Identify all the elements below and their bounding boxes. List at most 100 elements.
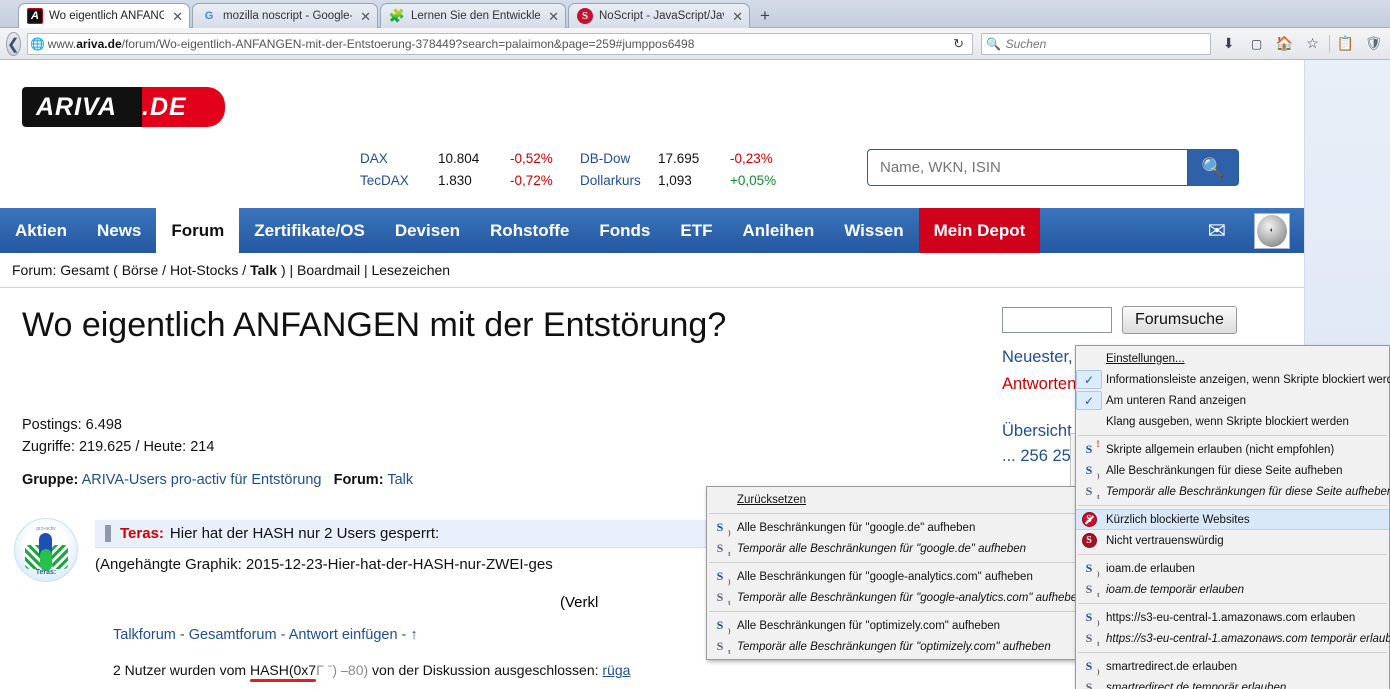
menu-item-show-infobar[interactable]: ✓ Informationsleiste anzeigen, wenn Skri…: [1076, 369, 1390, 390]
search-icon: 🔍: [986, 36, 1002, 51]
menu-item-label: ioam.de temporär erlauben: [1106, 583, 1245, 596]
noscript-submenu: Zurücksetzen S) Alle Beschränkungen für …: [706, 486, 1084, 660]
quote-change: -0,72%: [510, 172, 553, 188]
back-button[interactable]: ❮: [6, 31, 21, 56]
menu-item-recently-blocked[interactable]: S Kürzlich blockierte Websites: [1076, 509, 1389, 530]
ariva-logo[interactable]: ARIVA .DE: [22, 87, 225, 127]
nav-item-fonds[interactable]: Fonds: [584, 208, 665, 253]
forum-search-button[interactable]: Forumsuche: [1122, 306, 1237, 334]
post-author[interactable]: Teras:: [120, 525, 164, 542]
home-icon[interactable]: 🏠: [1271, 31, 1299, 57]
menu-item-temp-allow-amazonaws[interactable]: St https://s3-eu-central-1.amazonaws.com…: [1076, 628, 1390, 649]
menu-item-allow-google-analytics[interactable]: S) Alle Beschränkungen für "google-analy…: [707, 566, 1079, 587]
menu-item-temp-google-de[interactable]: St Temporär alle Beschränkungen für "goo…: [707, 538, 1079, 559]
close-icon[interactable]: ✕: [360, 10, 371, 23]
nav-user-avatar[interactable]: ◐: [1240, 208, 1304, 253]
shield-icon[interactable]: 🛡: [1360, 31, 1388, 57]
site-search-button[interactable]: 🔍: [1187, 149, 1239, 186]
menu-item-show-bottom[interactable]: ✓ Am unteren Rand anzeigen: [1076, 390, 1389, 411]
url-bar[interactable]: 🌐 www.ariva.de/forum/Wo-eigentlich-ANFAN…: [26, 32, 973, 55]
avatar[interactable]: pro-activ Teras:: [14, 518, 78, 582]
exclusion-prefix: 2 Nutzer wurden vom: [113, 662, 250, 678]
breadcrumb-lesezeichen[interactable]: Lesezeichen: [371, 262, 450, 278]
menu-item-untrusted[interactable]: S Nicht vertrauenswürdig: [1076, 530, 1389, 551]
menu-item-einstellungen[interactable]: Einstellungen...: [1076, 348, 1389, 369]
menu-item-allow-google-de[interactable]: S) Alle Beschränkungen für "google.de" a…: [707, 517, 1079, 538]
nav-item-forum[interactable]: Forum: [156, 208, 240, 253]
thread-group-line: Gruppe: ARIVA-Users pro-activ für Entstö…: [22, 472, 413, 488]
menu-item-allow-amazonaws[interactable]: S) https://s3-eu-central-1.amazonaws.com…: [1076, 607, 1389, 628]
main-navigation: Aktien News Forum Zertifikate/OS Devisen…: [0, 208, 1304, 253]
quote-value: 10.804: [438, 150, 480, 166]
noscript-untrusted-icon: S: [1076, 533, 1102, 548]
breadcrumb-boardmail[interactable]: Boardmail: [297, 262, 360, 278]
noscript-bang-icon: S!: [1085, 439, 1100, 456]
logo-red-part: .DE: [142, 87, 225, 127]
bookmark-star-icon[interactable]: ☆: [1299, 31, 1327, 57]
views-count: Zugriffe: 219.625 / Heute: 214: [22, 439, 215, 455]
forum-search-input[interactable]: [1002, 307, 1112, 333]
browser-tab-0[interactable]: A Wo eigentlich ANFANGEN ... ✕: [18, 3, 190, 28]
close-icon[interactable]: ✕: [548, 10, 559, 23]
nav-item-wissen[interactable]: Wissen: [829, 208, 918, 253]
post-link-talkforum[interactable]: Talkforum: [113, 627, 176, 643]
nav-item-news[interactable]: News: [82, 208, 156, 253]
nav-item-anleihen[interactable]: Anleihen: [727, 208, 829, 253]
nav-item-rohstoffe[interactable]: Rohstoffe: [475, 208, 584, 253]
menu-item-temp-optimizely[interactable]: St Temporär alle Beschränkungen für "opt…: [707, 636, 1079, 657]
forum-search: Forumsuche: [1002, 306, 1288, 334]
post-link-antwort[interactable]: Antwort einfügen: [289, 627, 398, 643]
download-icon[interactable]: ⬇: [1215, 31, 1243, 57]
site-search-input[interactable]: [867, 149, 1187, 186]
breadcrumb-suffix: ) |: [277, 262, 298, 278]
menu-item-play-sound[interactable]: Klang ausgeben, wenn Skripte blockiert w…: [1076, 411, 1389, 432]
browser-tab-3[interactable]: S NoScript - JavaScript/Java/... ✕: [568, 3, 750, 28]
menu-item-allow-smartredirect[interactable]: S) smartredirect.de erlauben: [1076, 656, 1389, 677]
forum-link[interactable]: Talk: [387, 472, 413, 488]
menu-item-temp-allow-smartredirect[interactable]: St smartredirect.de temporär erlauben: [1076, 677, 1389, 689]
google-icon: G: [204, 10, 214, 22]
menu-item-allow-scripts-globally[interactable]: S! Skripte allgemein erlauben (nicht emp…: [1076, 439, 1389, 460]
menu-item-allow-optimizely[interactable]: S) Alle Beschränkungen für "optimizely.c…: [707, 615, 1079, 636]
reload-icon[interactable]: ↻: [946, 36, 972, 52]
nav-item-etf[interactable]: ETF: [665, 208, 727, 253]
close-icon[interactable]: ✕: [732, 10, 743, 23]
nav-item-zertifikate[interactable]: Zertifikate/OS: [239, 208, 380, 253]
nav-mail-button[interactable]: ✉: [1194, 208, 1240, 253]
nav-item-devisen[interactable]: Devisen: [380, 208, 475, 253]
menu-item-temp-allow-this-page[interactable]: St Temporär alle Beschränkungen für dies…: [1076, 481, 1390, 502]
menu-separator: [1078, 505, 1387, 506]
menu-item-label: Temporär alle Beschränkungen für "google…: [737, 591, 1084, 604]
new-tab-button[interactable]: +: [754, 5, 776, 27]
youtube-icon[interactable]: ▢: [1243, 31, 1271, 57]
reading-list-icon[interactable]: 📋: [1332, 31, 1360, 57]
nav-item-aktien[interactable]: Aktien: [0, 208, 82, 253]
menu-item-allow-ioam[interactable]: S) ioam.de erlauben: [1076, 558, 1389, 579]
menu-item-allow-this-page[interactable]: S) Alle Beschränkungen für diese Seite a…: [1076, 460, 1389, 481]
toolbar-icons: ⬇ ▢ 🏠 ☆ 📋 🛡 ► ●▾ 💬 ☻ S ☰: [1215, 31, 1390, 57]
breadcrumb-boerse[interactable]: Börse: [122, 262, 159, 278]
breadcrumb-hotstocks[interactable]: Hot-Stocks: [170, 262, 238, 278]
browser-tab-1[interactable]: G mozilla noscript - Google-... ✕: [192, 3, 378, 28]
noscript-main-menu: Einstellungen... ✓ Informationsleiste an…: [1075, 345, 1390, 689]
reply-link[interactable]: Antworten: [1002, 375, 1076, 393]
group-link[interactable]: ARIVA-Users pro-activ für Entstörung: [82, 472, 322, 488]
breadcrumb-talk[interactable]: Talk: [250, 262, 277, 278]
search-input[interactable]: 🔍 Suchen: [980, 32, 1211, 55]
close-icon[interactable]: ✕: [172, 10, 183, 23]
checkbox-checked-icon[interactable]: ✓: [1076, 391, 1102, 410]
post-link-gesamtforum[interactable]: Gesamtforum: [189, 627, 277, 643]
mail-icon: ✉: [1207, 217, 1226, 243]
menu-item-temp-allow-ioam[interactable]: St ioam.de temporär erlauben: [1076, 579, 1389, 600]
browser-tab-2[interactable]: 🧩 Lernen Sie den Entwickler v... ✕: [380, 3, 566, 28]
exclusion-user-link[interactable]: rüga: [602, 662, 630, 678]
menu-item-label: Kürzlich blockierte Websites: [1106, 513, 1250, 526]
group-label: Gruppe:: [22, 472, 79, 488]
checkbox-checked-icon[interactable]: ✓: [1076, 370, 1102, 389]
menu-item-temp-google-analytics[interactable]: St Temporär alle Beschränkungen für "goo…: [707, 587, 1084, 608]
avatar-figure-green: [40, 549, 52, 571]
nav-item-mein-depot[interactable]: Mein Depot: [918, 208, 1041, 253]
menu-item-zuruecksetzen[interactable]: Zurücksetzen: [707, 489, 1079, 510]
post-link-top[interactable]: ↑: [410, 627, 417, 643]
post-shrink-note: (Verkl: [560, 594, 599, 611]
